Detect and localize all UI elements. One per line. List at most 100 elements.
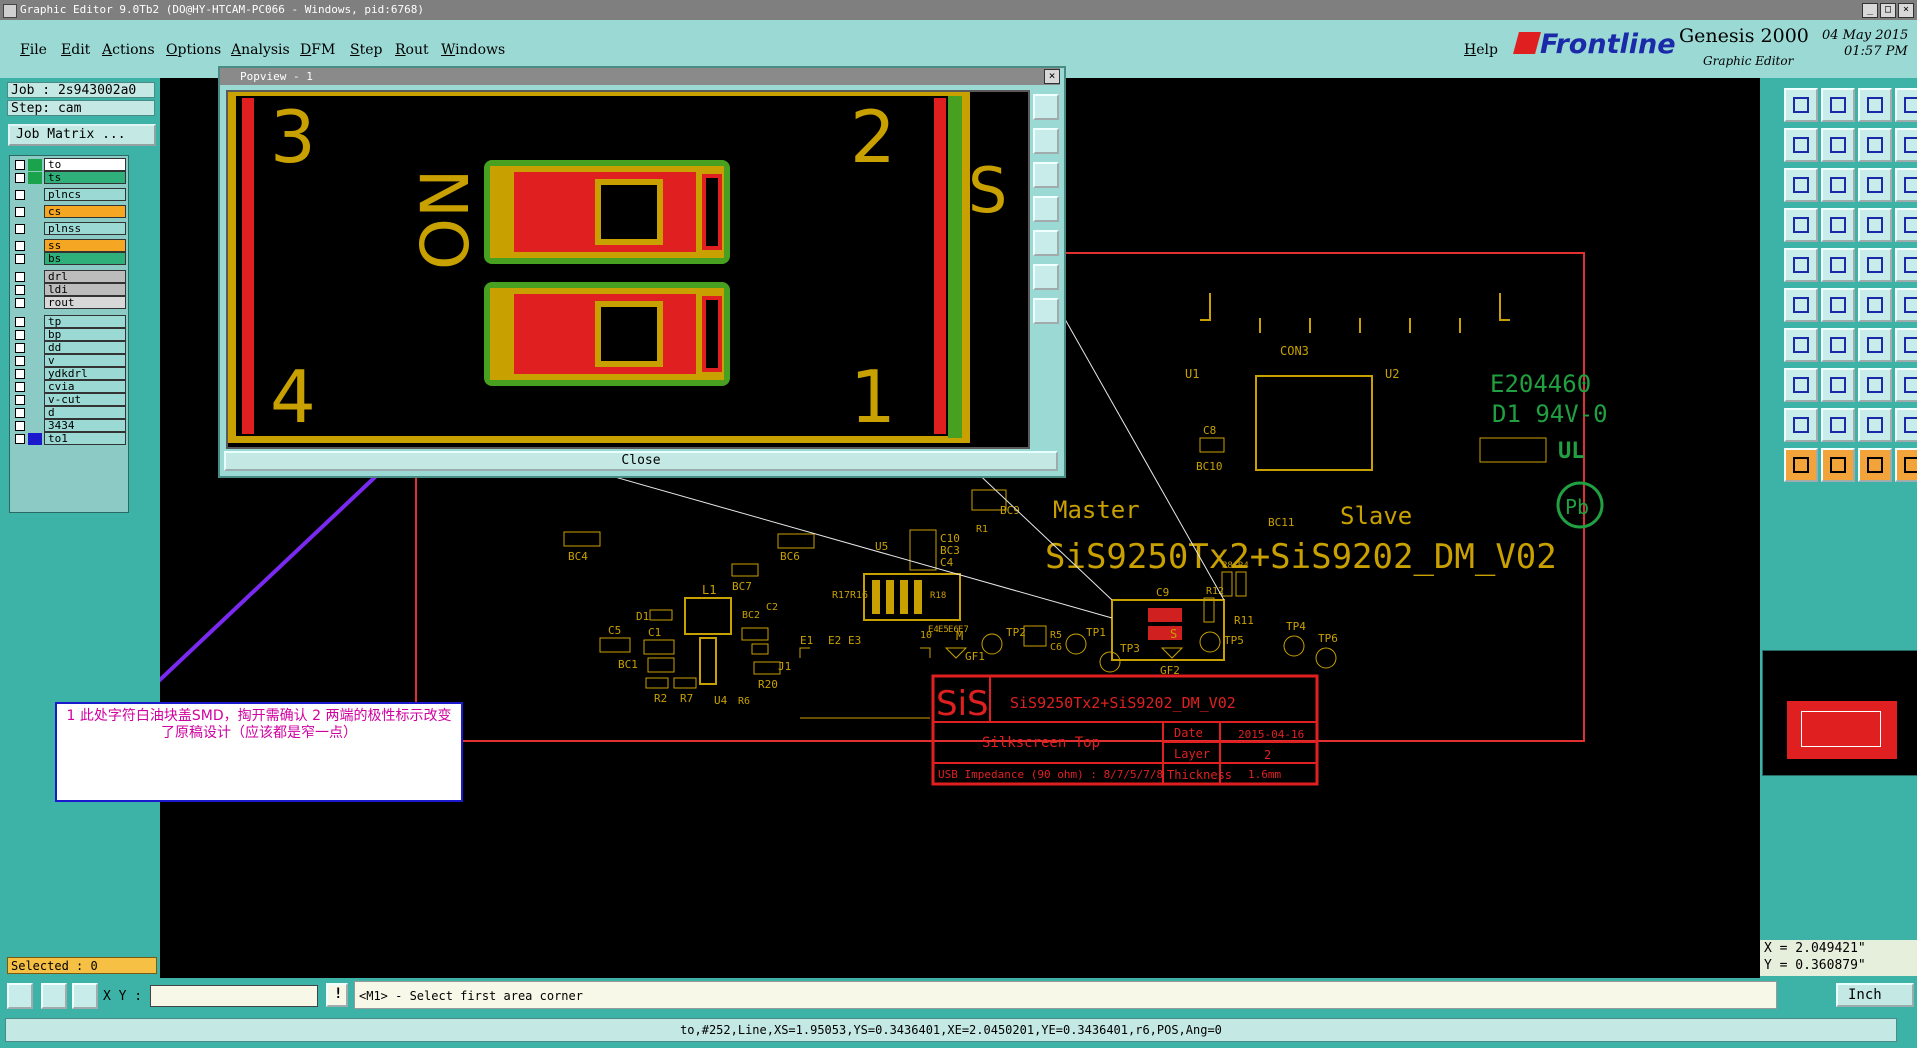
pan-right-icon[interactable] [1821,128,1855,162]
layer-name[interactable]: cs [44,205,126,218]
arc-icon[interactable] [1858,288,1892,322]
zoom-fit-icon[interactable] [1895,88,1917,122]
redraw-icon[interactable] [1858,128,1892,162]
group-icon[interactable] [1895,368,1917,402]
zoom-back-icon[interactable] [1821,88,1855,122]
pad-tool-icon[interactable] [1895,248,1917,282]
layer-checkbox[interactable] [15,330,25,340]
menu-rout[interactable]: Rout [395,42,429,58]
measure-mode-icon[interactable] [41,983,67,1009]
layer-row-drl[interactable]: drl [12,270,126,284]
layer-checkbox[interactable] [15,241,25,251]
layer-name[interactable]: cvia [44,380,126,393]
layer-checkbox[interactable] [15,408,25,418]
shape-a-icon[interactable] [1784,408,1818,442]
layer-row-ydkdrl[interactable]: ydkdrl [12,367,126,381]
popview-zoom-in-icon[interactable] [1033,298,1059,324]
layer-row-ss[interactable]: ss [12,239,126,253]
layer-name[interactable]: to [44,158,126,171]
layer-row-bs[interactable]: bs [12,252,126,266]
layer-name[interactable]: dd [44,341,126,354]
layer-checkbox[interactable] [15,343,25,353]
layer-row-tp[interactable]: tp [12,315,126,329]
layer-checkbox[interactable] [15,190,25,200]
menu-dfm[interactable]: DFM [300,42,335,58]
help-query-icon[interactable] [1895,168,1917,202]
layer-checkbox[interactable] [15,160,25,170]
surface-icon[interactable] [1895,288,1917,322]
layer-name[interactable]: tp [44,315,126,328]
popview-close-x-button[interactable]: × [1044,69,1060,84]
layer-row-cvia[interactable]: cvia [12,380,126,394]
line-tool-icon[interactable] [1821,248,1855,282]
layer-checkbox[interactable] [15,382,25,392]
ruler-icon[interactable] [1858,248,1892,282]
layer-row-rout[interactable]: rout [12,296,126,310]
layer-name[interactable]: ss [44,239,126,252]
layer-name[interactable]: bs [44,252,126,265]
grid-icon[interactable] [1821,208,1855,242]
pan-left-icon[interactable] [1784,128,1818,162]
cross-icon[interactable] [1821,288,1855,322]
minimize-button[interactable]: _ [1862,3,1878,18]
angle-icon[interactable] [1784,328,1818,362]
menu-step[interactable]: Step [350,42,382,58]
overview-window[interactable] [1762,650,1917,776]
layer-name[interactable]: to1 [44,432,126,445]
job-matrix-button[interactable]: Job Matrix ... [8,124,156,146]
popview-pan-up-icon[interactable] [1033,128,1059,154]
layer-checkbox[interactable] [15,173,25,183]
slope-icon[interactable] [1821,328,1855,362]
menu-actions[interactable]: Actions [102,42,155,58]
rotate-icon[interactable] [1858,328,1892,362]
popview-close-button[interactable]: Close [224,451,1058,471]
layer-checkbox[interactable] [15,395,25,405]
layer-checkbox[interactable] [15,317,25,327]
layer-name[interactable]: v [44,354,126,367]
layer-name[interactable]: rout [44,296,126,309]
select-icon[interactable] [1821,448,1855,482]
layer-row-cs[interactable]: cs [12,205,126,219]
layer-row-d[interactable]: d [12,406,126,420]
layer-checkbox[interactable] [15,434,25,444]
layer-name[interactable]: plnss [44,222,126,235]
move-icon[interactable] [1858,448,1892,482]
snap-icon[interactable] [1895,128,1917,162]
popview-pan-left-icon[interactable] [1033,196,1059,222]
layer-row-ldi[interactable]: ldi [12,283,126,297]
layer-name[interactable]: ts [44,171,126,184]
zoom-in-icon[interactable] [1784,168,1818,202]
layer-name[interactable]: d [44,406,126,419]
grid-mode-icon[interactable] [72,983,98,1009]
layer-checkbox[interactable] [15,207,25,217]
popview-zoom-out-icon[interactable] [1033,264,1059,290]
layer-name[interactable]: ydkdrl [44,367,126,380]
node-icon[interactable] [1784,288,1818,322]
layer-row-v-cut[interactable]: v-cut [12,393,126,407]
menu-options[interactable]: Options [166,42,221,58]
layer-name[interactable]: v-cut [44,393,126,406]
menu-analysis[interactable]: Analysis [231,42,290,58]
route-icon[interactable] [1895,448,1917,482]
layer-row-ts[interactable]: ts [12,171,126,185]
popview-canvas[interactable]: 3 2 4 1 ON S [226,90,1030,449]
alert-icon[interactable]: ! [326,983,348,1007]
popview-window[interactable]: Popview - 1 × 3 2 4 1 ON S Close [218,66,1066,478]
layer-name[interactable]: bp [44,328,126,341]
layer-name[interactable]: ldi [44,283,126,296]
shape-d-icon[interactable] [1895,408,1917,442]
layer-checkbox[interactable] [15,285,25,295]
zoom-home-icon[interactable] [1784,88,1818,122]
measure-icon[interactable] [1784,208,1818,242]
maximize-button[interactable]: □ [1880,3,1896,18]
layer-row-to1[interactable]: to1 [12,432,126,446]
menu-help[interactable]: Help [1464,42,1498,58]
layer-name[interactable]: plncs [44,188,126,201]
shape-b-icon[interactable] [1821,408,1855,442]
pointer-icon[interactable] [1784,448,1818,482]
feature-select-icon[interactable] [1784,248,1818,282]
scale-one-icon[interactable] [1858,168,1892,202]
layer-checkbox[interactable] [15,298,25,308]
layer-name[interactable]: drl [44,270,126,283]
unit-selector[interactable]: Inch [1836,983,1914,1007]
